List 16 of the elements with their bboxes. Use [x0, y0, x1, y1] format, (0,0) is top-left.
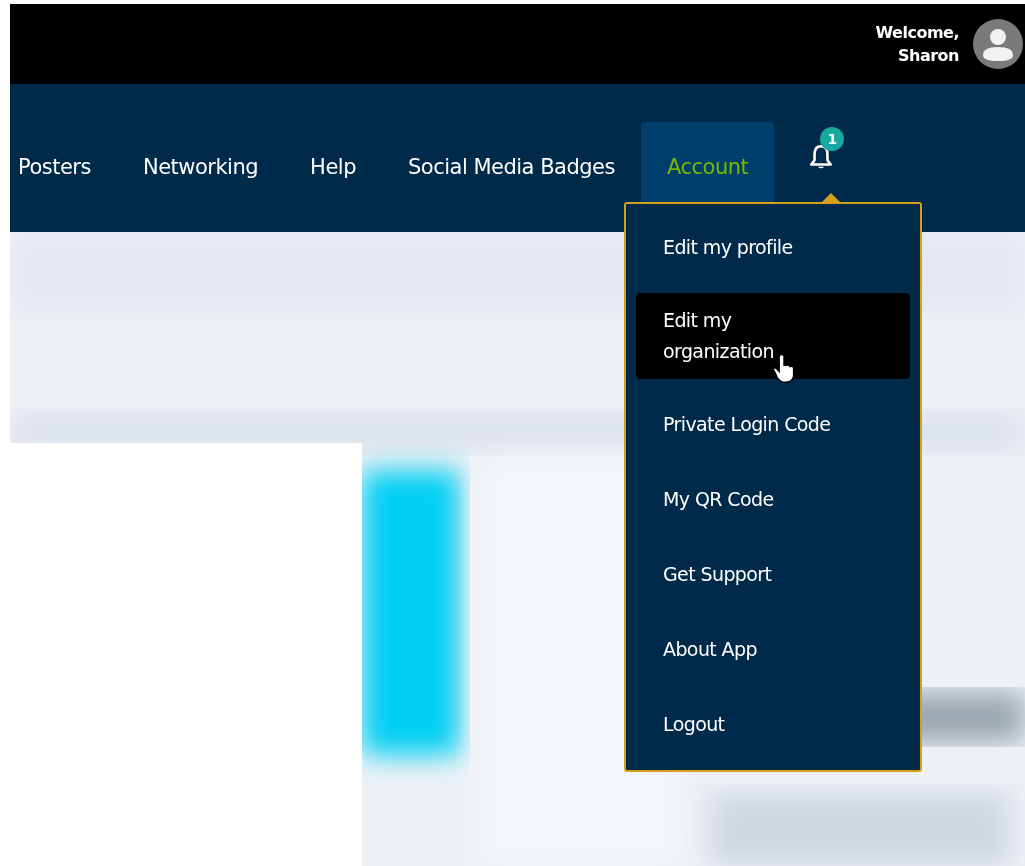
- notification-badge: 1: [820, 127, 845, 151]
- hand-cursor-icon: [772, 353, 796, 385]
- bell-icon[interactable]: [808, 143, 835, 171]
- nav-tab[interactable]: Networking: [116, 121, 285, 213]
- nav-tab[interactable]: Help: [284, 121, 382, 213]
- menu-item[interactable]: Private Login Code: [636, 395, 910, 454]
- nav-tab[interactable]: Posters: [16, 121, 117, 213]
- user-name: Sharon: [898, 45, 959, 67]
- menu-item[interactable]: Get Support: [636, 545, 910, 604]
- menu-item[interactable]: About App: [636, 620, 910, 679]
- avatar-icon[interactable]: [973, 19, 1023, 69]
- welcome-text: Welcome,: [875, 22, 959, 44]
- menu-item[interactable]: Logout: [636, 695, 910, 754]
- menu-item[interactable]: Edit my profile: [636, 218, 910, 277]
- menu-item[interactable]: My QR Code: [636, 470, 910, 529]
- nav-tab[interactable]: Social Media Badges: [382, 121, 641, 213]
